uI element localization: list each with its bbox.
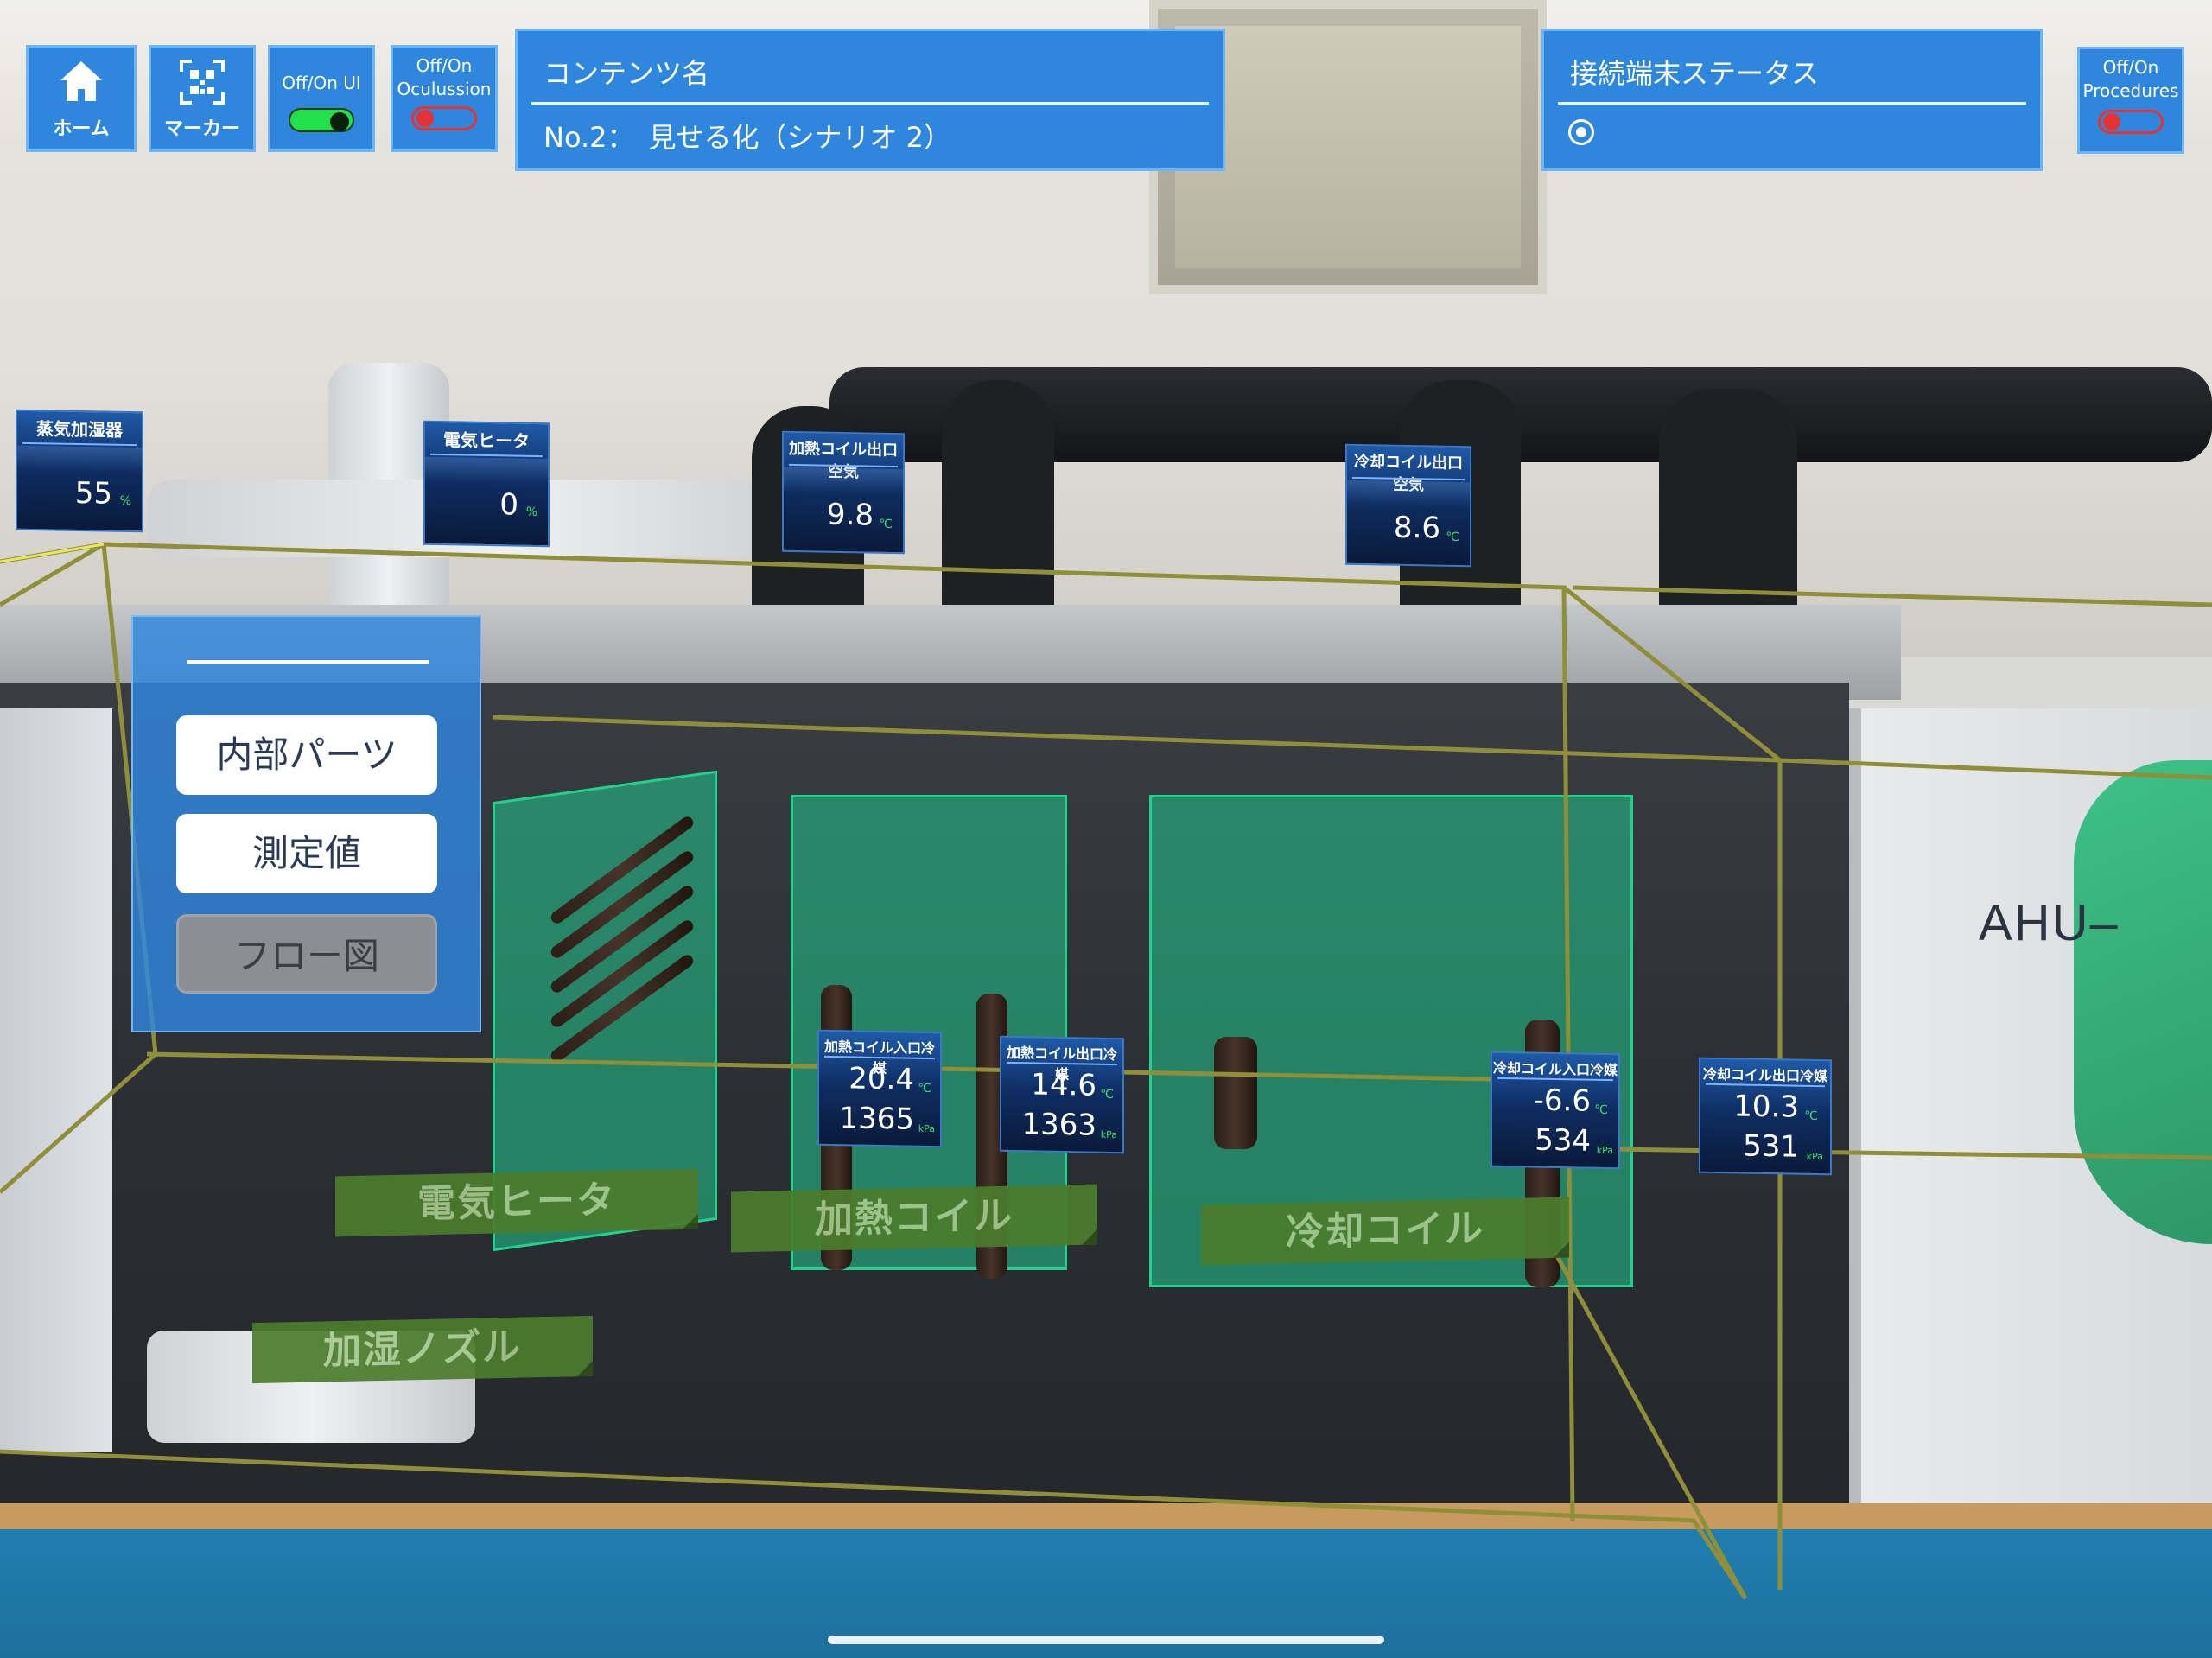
sensor-tag-steam-humidifier[interactable]: 蒸気加湿器 55 % xyxy=(16,409,143,533)
home-button-label: ホーム xyxy=(53,118,110,140)
component-label-cooling-coil[interactable]: 冷却コイル xyxy=(1201,1197,1569,1266)
sensor-value: 9.8 xyxy=(826,497,874,533)
menu-drag-handle[interactable] xyxy=(187,660,429,664)
home-indicator[interactable] xyxy=(828,1636,1384,1644)
sensor-unit: ℃ xyxy=(879,517,893,531)
component-label-text: 冷却コイル xyxy=(1286,1206,1484,1255)
view-mode-menu: 内部パーツ 測定値 フロー図 xyxy=(131,615,481,1032)
internal-parts-button[interactable]: 内部パーツ xyxy=(176,715,437,795)
connection-status-indicator xyxy=(1568,119,1594,145)
device-status-title: 接続端末ステータス xyxy=(1570,57,1820,90)
sensor-name: 電気ヒータ xyxy=(443,429,530,452)
component-label-text: 加熱コイル xyxy=(815,1193,1014,1242)
ui-toggle-label: Off/On UI xyxy=(282,73,361,93)
measurements-button[interactable]: 測定値 xyxy=(176,814,437,893)
sensor-name: 冷却コイル出口冷媒 xyxy=(1702,1065,1827,1085)
occlusion-toggle-switch[interactable] xyxy=(411,106,477,130)
occlusion-toggle-label: Off/On Oculussion xyxy=(397,55,492,99)
content-name-value: No.2： 見せる化（シナリオ 2） xyxy=(543,121,952,154)
sensor-tag-cooling-coil-outlet-air[interactable]: 冷却コイル出口空気 8.6 ℃ xyxy=(1345,443,1471,568)
content-name-panel: コンテンツ名 No.2： 見せる化（シナリオ 2） xyxy=(515,29,1225,171)
sensor-pressure: 1363 xyxy=(1021,1107,1096,1143)
sensor-value: 55 xyxy=(74,475,112,511)
sensor-value: 0 xyxy=(499,487,518,523)
component-label-electric-heater[interactable]: 電気ヒータ xyxy=(335,1168,698,1237)
sensor-temperature: 20.4 xyxy=(849,1061,914,1097)
sensor-temperature: -6.6 xyxy=(1533,1083,1591,1119)
sensor-name: 冷却コイル入口冷媒 xyxy=(1492,1059,1618,1079)
sensor-temperature-unit: ℃ xyxy=(1100,1087,1114,1102)
sensor-unit: ℃ xyxy=(1446,530,1459,545)
sensor-temperature-unit: ℃ xyxy=(918,1081,931,1096)
sensor-tag-cooling-coil-outlet-refrigerant[interactable]: 冷却コイル出口冷媒 10.3 ℃ 531 kPa xyxy=(1699,1057,1832,1176)
component-label-humidifier-nozzle[interactable]: 加湿ノズル xyxy=(252,1315,593,1384)
sensor-value: 8.6 xyxy=(1393,510,1440,546)
flow-diagram-button[interactable]: フロー図 xyxy=(176,914,437,994)
ui-toggle-tile: Off/On UI xyxy=(268,45,375,152)
ui-toggle-switch[interactable] xyxy=(289,108,354,132)
procedures-toggle-tile: Off/On Procedures xyxy=(2077,47,2184,154)
sensor-tag-heating-coil-inlet-refrigerant[interactable]: 加熱コイル入口冷媒 20.4 ℃ 1365 kPa xyxy=(817,1029,942,1148)
sensor-unit: % xyxy=(119,493,131,509)
device-status-divider xyxy=(1558,102,2026,105)
sensor-temperature-unit: ℃ xyxy=(1594,1102,1608,1118)
content-name-title: コンテンツ名 xyxy=(543,57,710,90)
device-status-panel: 接続端末ステータス xyxy=(1541,29,2043,171)
occlusion-toggle-tile: Off/On Oculussion xyxy=(391,45,498,152)
sensor-temperature: 10.3 xyxy=(1733,1089,1799,1125)
sensor-tag-heating-coil-outlet-refrigerant[interactable]: 加熱コイル出口冷媒 14.6 ℃ 1363 kPa xyxy=(1000,1035,1124,1154)
sensor-tag-cooling-coil-inlet-refrigerant[interactable]: 冷却コイル入口冷媒 -6.6 ℃ 534 kPa xyxy=(1491,1051,1620,1170)
home-icon xyxy=(60,61,102,101)
sensor-pressure-unit: kPa xyxy=(918,1122,935,1135)
component-label-text: 電気ヒータ xyxy=(417,1178,616,1227)
sensor-pressure: 534 xyxy=(1535,1122,1591,1159)
procedures-toggle-switch[interactable] xyxy=(2098,110,2164,134)
sensor-pressure-unit: kPa xyxy=(1806,1150,1823,1163)
sensor-tag-heating-coil-outlet-air[interactable]: 加熱コイル出口空気 9.8 ℃ xyxy=(782,430,905,555)
sensor-pressure-unit: kPa xyxy=(1596,1144,1613,1157)
sensor-temperature-unit: ℃ xyxy=(1804,1109,1818,1124)
home-button[interactable]: ホーム xyxy=(26,45,137,152)
sensor-pressure: 1365 xyxy=(839,1101,914,1137)
sensor-pressure-unit: kPa xyxy=(1100,1128,1117,1141)
sensor-temperature: 14.6 xyxy=(1031,1067,1096,1103)
qr-code-icon xyxy=(180,60,225,105)
component-label-heating-coil[interactable]: 加熱コイル xyxy=(731,1184,1097,1253)
sensor-name: 蒸気加湿器 xyxy=(36,418,123,441)
marker-button[interactable]: マーカー xyxy=(149,45,256,152)
marker-button-label: マーカー xyxy=(163,118,240,140)
content-name-divider xyxy=(531,102,1209,105)
procedures-toggle-label: Off/On Procedures xyxy=(2082,57,2179,101)
sensor-unit: % xyxy=(525,505,537,520)
sensor-pressure: 531 xyxy=(1743,1128,1799,1165)
sensor-tag-electric-heater[interactable]: 電気ヒータ 0 % xyxy=(423,420,550,548)
component-label-text: 加湿ノズル xyxy=(323,1324,522,1374)
